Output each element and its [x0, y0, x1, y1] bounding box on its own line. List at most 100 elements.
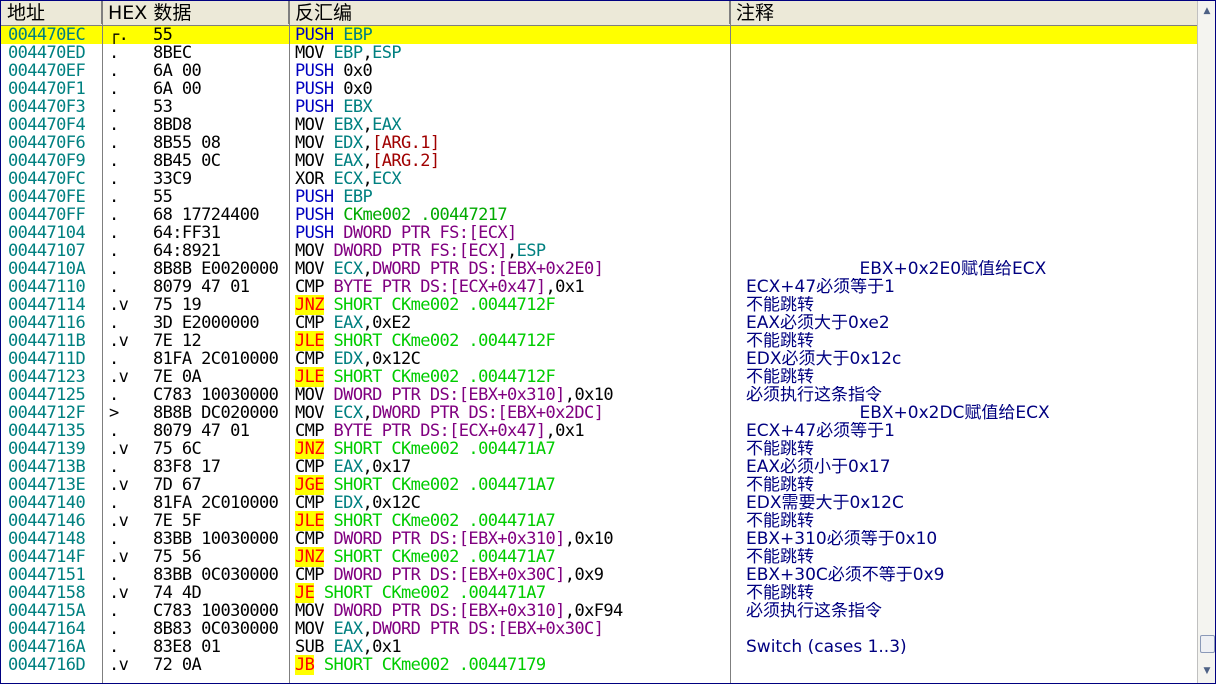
asm-token	[324, 421, 334, 441]
column-header-address[interactable]: 地址	[1, 1, 102, 24]
asm-token: 0x10	[574, 529, 613, 549]
scroll-down-button[interactable]: ▼	[1199, 663, 1215, 679]
address-cell: 0044711D	[8, 350, 86, 368]
disassembly-cell: MOV DWORD PTR DS:[EBX+0x310],0x10	[295, 386, 729, 404]
instruction-row[interactable]: 0044713B. 83F8 17 CMP EAX,0x17 EAX必须小于0x17	[1, 458, 1197, 476]
instruction-row[interactable]: 004470F1. 6A 00 PUSH 0x0	[1, 80, 1197, 98]
column-header-disassembly[interactable]: 反汇编	[289, 1, 730, 24]
comment-cell: EBX+30C必须不等于0x9	[746, 566, 945, 584]
scroll-up-button[interactable]: ▲	[1199, 3, 1215, 19]
comment-cell: 不能跳转	[746, 296, 814, 314]
disassembly-cell: PUSH EBX	[295, 98, 729, 116]
disassembly-listing[interactable]: 004470EC ┌. 55 PUSH EBP 004470ED. 8BEC MOV EBP…	[1, 26, 1197, 683]
instruction-row[interactable]: 00447104. 64:FF31 PUSH DWORD PTR FS:[ECX]	[1, 224, 1197, 242]
column-header-hex[interactable]: HEX 数据	[102, 1, 289, 24]
asm-token: EDX	[333, 133, 364, 153]
hex-bytes-cell: 72 0A	[153, 656, 202, 674]
asm-token: SHORT CKme002 .004471A7	[333, 439, 556, 459]
address-cell: 0044713B	[8, 458, 86, 476]
asm-token: MOV	[295, 43, 325, 63]
instruction-row[interactable]: 0044716A. 83E8 01 SUB EAX,0x1 Switch (cases…	[1, 638, 1197, 656]
instruction-row[interactable]: 0044712F >8B8B DC020000 MOV ECX,DWORD PTR …	[1, 404, 1197, 422]
asm-token: JNZ	[295, 439, 325, 459]
hex-bytes-cell: 75 19	[153, 296, 202, 314]
instruction-row[interactable]: 00447116. 3D E2000000 CMP EAX,0xE2 EAX必须大于0…	[1, 314, 1197, 332]
instruction-row[interactable]: 0044710A. 8B8B E0020000 MOV ECX,DWORD PTR …	[1, 260, 1197, 278]
address-cell: 00447158	[8, 584, 86, 602]
hex-bytes-cell: 6A 00	[153, 80, 202, 98]
instruction-row[interactable]: 00447110. 8079 47 01 CMP BYTE PTR DS:[ECX+…	[1, 278, 1197, 296]
asm-token: CMP	[295, 565, 325, 585]
instruction-row[interactable]: 004470F3. 53 PUSH EBX	[1, 98, 1197, 116]
address-cell: 0044711B	[8, 332, 86, 350]
asm-token	[324, 241, 334, 261]
instruction-row[interactable]: 00447146 .v 7E 5F JLE SHORT CKme002 .004471…	[1, 511, 1197, 531]
address-cell: 004470F9	[8, 152, 86, 170]
instruction-row[interactable]: 00447114 .v 75 19 JNZ SHORT CKme002 .004471…	[1, 295, 1197, 315]
address-cell: 00447151	[8, 566, 86, 584]
instruction-row[interactable]: 004470ED. 8BEC MOV EBP,ESP	[1, 44, 1197, 62]
comment-cell: 不能跳转	[746, 440, 814, 458]
comment-cell: Switch (cases 1..3)	[746, 638, 907, 656]
column-header-comment[interactable]: 注释	[730, 1, 1197, 24]
asm-token: SHORT CKme002 .00447179	[323, 655, 546, 675]
asm-token	[324, 115, 334, 135]
instruction-row[interactable]: 00447151. 83BB 0C030000 CMP DWORD PTR DS:[…	[1, 566, 1197, 584]
disassembly-cell: JE SHORT CKme002 .004471A7	[295, 583, 729, 603]
hex-bytes-cell: 64:FF31	[153, 224, 221, 242]
instruction-row[interactable]: 004470FF. 68 17724400 PUSH CKme002 .004472…	[1, 206, 1197, 224]
instruction-row[interactable]: 00447125. C783 10030000 MOV DWORD PTR DS:[…	[1, 386, 1197, 404]
flow-marker: .	[109, 44, 119, 62]
asm-token	[324, 547, 334, 567]
disassembly-cell: MOV EDX,[ARG.1]	[295, 134, 729, 152]
instruction-row[interactable]: 00447135. 8079 47 01 CMP BYTE PTR DS:[ECX+…	[1, 422, 1197, 440]
hex-bytes-cell: 8079 47 01	[153, 278, 250, 296]
scrollbar-thumb[interactable]	[1200, 635, 1215, 653]
asm-token: ,	[362, 151, 373, 171]
instruction-row[interactable]: 0044711B .v 7E 12 JLE SHORT CKme002 .004471…	[1, 331, 1197, 351]
asm-token: JLE	[295, 367, 325, 387]
asm-token: 0x10	[574, 385, 613, 405]
instruction-row[interactable]: 00447164. 8B83 0C030000 MOV EAX,DWORD PTR …	[1, 620, 1197, 638]
instruction-row[interactable]: 004470F9. 8B45 0C MOV EAX,[ARG.2]	[1, 152, 1197, 170]
asm-token: JLE	[295, 511, 325, 531]
instruction-row[interactable]: 004470EC ┌. 55 PUSH EBP	[1, 26, 1197, 44]
asm-token: MOV	[295, 259, 325, 279]
instruction-row[interactable]: 0044711D. 81FA 2C010000 CMP EDX,0x12C EDX必须…	[1, 350, 1197, 368]
comment-cell: 不能跳转	[746, 476, 814, 494]
instruction-row[interactable]: 00447139 .v 75 6C JNZ SHORT CKme002 .004471…	[1, 439, 1197, 459]
asm-token: ,	[564, 529, 575, 549]
asm-token: ,	[362, 637, 373, 657]
instruction-row[interactable]: 00447140. 81FA 2C010000 CMP EDX,0x12C EDX需要…	[1, 494, 1197, 512]
flow-marker: .	[109, 494, 119, 512]
asm-token	[324, 169, 334, 189]
instruction-row[interactable]: 0044716D .v 72 0A JB SHORT CKme002 .0044717…	[1, 655, 1197, 675]
comment-cell	[746, 620, 1194, 638]
instruction-row[interactable]: 00447107. 64:8921 MOV DWORD PTR FS:[ECX],E…	[1, 242, 1197, 260]
asm-token: PUSH	[295, 61, 334, 81]
instruction-row[interactable]: 00447148. 83BB 10030000 CMP DWORD PTR DS:[…	[1, 530, 1197, 548]
disassembly-cell: CMP EDX,0x12C	[295, 494, 729, 512]
asm-token	[324, 619, 334, 639]
instruction-row[interactable]: 004470F6. 8B55 08 MOV EDX,[ARG.1]	[1, 134, 1197, 152]
asm-token: ,	[362, 493, 373, 513]
instruction-row[interactable]: 00447158 .v 74 4D JE SHORT CKme002 .004471A…	[1, 583, 1197, 603]
asm-token: MOV	[295, 385, 325, 405]
instruction-row[interactable]: 004470FE. 55 PUSH EBP	[1, 188, 1197, 206]
instruction-row[interactable]: 0044714F .v 75 56 JNZ SHORT CKme002 .004471…	[1, 547, 1197, 567]
asm-token: EDX	[333, 349, 364, 369]
vertical-scrollbar[interactable]: ▲ ▼	[1197, 1, 1215, 683]
hex-bytes-cell: 55	[153, 188, 173, 206]
address-cell: 004470F6	[8, 134, 86, 152]
disassembly-cell: PUSH 0x0	[295, 62, 729, 80]
instruction-row[interactable]: 004470FC. 33C9 XOR ECX,ECX	[1, 170, 1197, 188]
instruction-row[interactable]: 0044715A. C783 10030000 MOV DWORD PTR DS:[…	[1, 602, 1197, 620]
instruction-row[interactable]: 004470EF. 6A 00 PUSH 0x0	[1, 62, 1197, 80]
flow-marker: .	[109, 602, 119, 620]
address-cell: 0044715A	[8, 602, 86, 620]
instruction-row[interactable]: 00447123 .v 7E 0A JLE SHORT CKme002 .004471…	[1, 367, 1197, 387]
disassembly-cell: JLE SHORT CKme002 .004471A7	[295, 511, 729, 531]
asm-token: ,	[545, 277, 556, 297]
instruction-row[interactable]: 004470F4. 8BD8 MOV EBX,EAX	[1, 116, 1197, 134]
instruction-row[interactable]: 0044713E .v 7D 67 JGE SHORT CKme002 .004471…	[1, 475, 1197, 495]
